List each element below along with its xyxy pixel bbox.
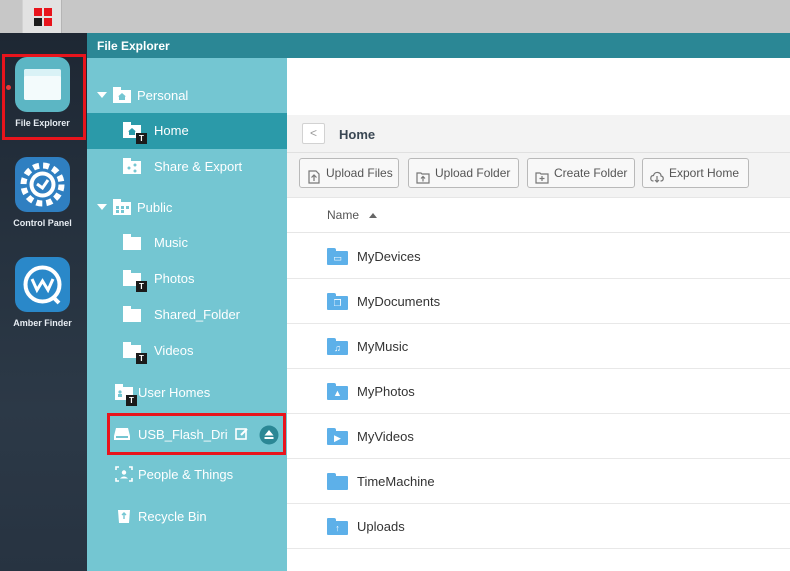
start-grid-icon: [34, 8, 52, 26]
file-name: MyMusic: [357, 339, 409, 354]
button-label: Export Home: [669, 166, 740, 180]
videos-folder-icon: ▶: [327, 428, 348, 445]
team-badge: T: [136, 281, 147, 292]
table-row[interactable]: TimeMachine: [287, 459, 790, 504]
create-folder-button[interactable]: Create Folder: [527, 158, 635, 188]
app-dock: File Explorer Control Panel Amber Finder: [0, 33, 87, 571]
chevron-down-icon: [97, 92, 107, 98]
running-indicator: [6, 85, 11, 90]
sidebar-item-label: Videos: [154, 343, 194, 358]
column-header-name[interactable]: Name: [287, 198, 790, 233]
folder-icon: [123, 306, 141, 322]
sidebar-item-share-export[interactable]: Share & Export: [87, 149, 287, 185]
upload-folder-button[interactable]: Upload Folder: [408, 158, 519, 188]
back-button[interactable]: <: [302, 123, 325, 144]
people-things-icon: [115, 466, 133, 482]
file-explorer-icon: [15, 57, 70, 112]
sidebar-item-shared-folder[interactable]: Shared_Folder: [87, 297, 287, 333]
folder-icon: [327, 473, 348, 490]
control-panel-icon: [15, 157, 70, 212]
main-content: < Home Upload Files Upload Folder Create…: [287, 58, 790, 571]
dock-app-label: File Explorer: [15, 118, 70, 128]
window-titlebar: File Explorer: [87, 33, 790, 58]
usb-highlight-box: [107, 413, 286, 455]
sidebar-item-people-things[interactable]: People & Things: [87, 457, 287, 493]
sidebar-item-photos[interactable]: T Photos: [87, 261, 287, 297]
window-title: File Explorer: [97, 39, 170, 53]
table-row[interactable]: ♫ MyMusic: [287, 324, 790, 369]
sidebar-item-label: Recycle Bin: [138, 509, 207, 524]
upload-folder-icon: [416, 166, 430, 184]
sort-ascending-icon: [369, 213, 377, 218]
documents-folder-icon: ❐: [327, 293, 348, 310]
sidebar-item-personal[interactable]: Personal: [87, 78, 287, 114]
sidebar-item-music[interactable]: Music: [87, 225, 287, 261]
dock-app-label: Control Panel: [13, 218, 72, 228]
sidebar-item-label: Shared_Folder: [154, 307, 240, 322]
folder-icon: [123, 234, 141, 250]
home-folder-icon: [113, 87, 131, 103]
upload-file-icon: [307, 166, 321, 184]
sidebar-item-videos[interactable]: T Videos: [87, 333, 287, 369]
sidebar-item-label: Photos: [154, 271, 195, 286]
sidebar-item-label: Share & Export: [154, 159, 243, 174]
file-name: TimeMachine: [357, 474, 435, 489]
button-label: Upload Files: [326, 166, 393, 180]
photos-folder-icon: ▲: [327, 383, 348, 400]
table-row[interactable]: ❐ MyDocuments: [287, 279, 790, 324]
upload-files-button[interactable]: Upload Files: [299, 158, 399, 188]
recycle-bin-icon: [115, 508, 133, 524]
sidebar-item-home[interactable]: T Home: [87, 113, 287, 149]
sidebar-item-recycle-bin[interactable]: Recycle Bin: [87, 499, 287, 535]
sidebar-item-label: Music: [154, 235, 188, 250]
sidebar-item-label: Home: [154, 123, 189, 138]
uploads-folder-icon: ↑: [327, 518, 348, 535]
sidebar-item-label: User Homes: [138, 385, 211, 400]
breadcrumb-bar: < Home: [287, 115, 790, 153]
public-folder-icon: [113, 199, 131, 215]
button-label: Upload Folder: [435, 166, 511, 180]
file-name: MyDocuments: [357, 294, 441, 309]
start-button[interactable]: [22, 0, 62, 33]
sidebar-item-user-homes[interactable]: T User Homes: [87, 375, 287, 411]
table-row[interactable]: ▭ MyDevices: [287, 234, 790, 279]
column-label: Name: [327, 208, 360, 222]
button-label: Create Folder: [554, 166, 628, 180]
team-badge: T: [126, 395, 137, 406]
sidebar-item-public[interactable]: Public: [87, 190, 287, 226]
devices-folder-icon: ▭: [327, 248, 348, 265]
sidebar-item-label: Public: [137, 200, 173, 215]
file-name: MyPhotos: [357, 384, 415, 399]
amber-finder-icon: [15, 257, 70, 312]
sidebar-item-label: Personal: [137, 88, 189, 103]
export-home-button[interactable]: Export Home: [642, 158, 749, 188]
team-badge: T: [136, 353, 147, 364]
add-folder-icon: [535, 166, 549, 184]
file-name: Uploads: [357, 519, 405, 534]
toolbar: Upload Files Upload Folder Create Folder…: [287, 153, 790, 198]
chevron-down-icon: [97, 204, 107, 210]
sidebar-item-label: People & Things: [138, 467, 234, 482]
dock-app-label: Amber Finder: [13, 318, 72, 328]
share-folder-icon: [123, 158, 141, 174]
file-name: MyDevices: [357, 249, 421, 264]
team-badge: T: [136, 133, 147, 144]
table-row[interactable]: ↑ Uploads: [287, 504, 790, 549]
table-row[interactable]: ▶ MyVideos: [287, 414, 790, 459]
breadcrumb-current[interactable]: Home: [339, 127, 375, 142]
file-name: MyVideos: [357, 429, 414, 444]
cloud-download-icon: [650, 166, 664, 183]
music-folder-icon: ♫: [327, 338, 348, 355]
taskbar: [0, 0, 790, 33]
table-row[interactable]: ▲ MyPhotos: [287, 369, 790, 414]
sidebar: Personal T Home Share & Export Public Mu…: [87, 58, 287, 571]
